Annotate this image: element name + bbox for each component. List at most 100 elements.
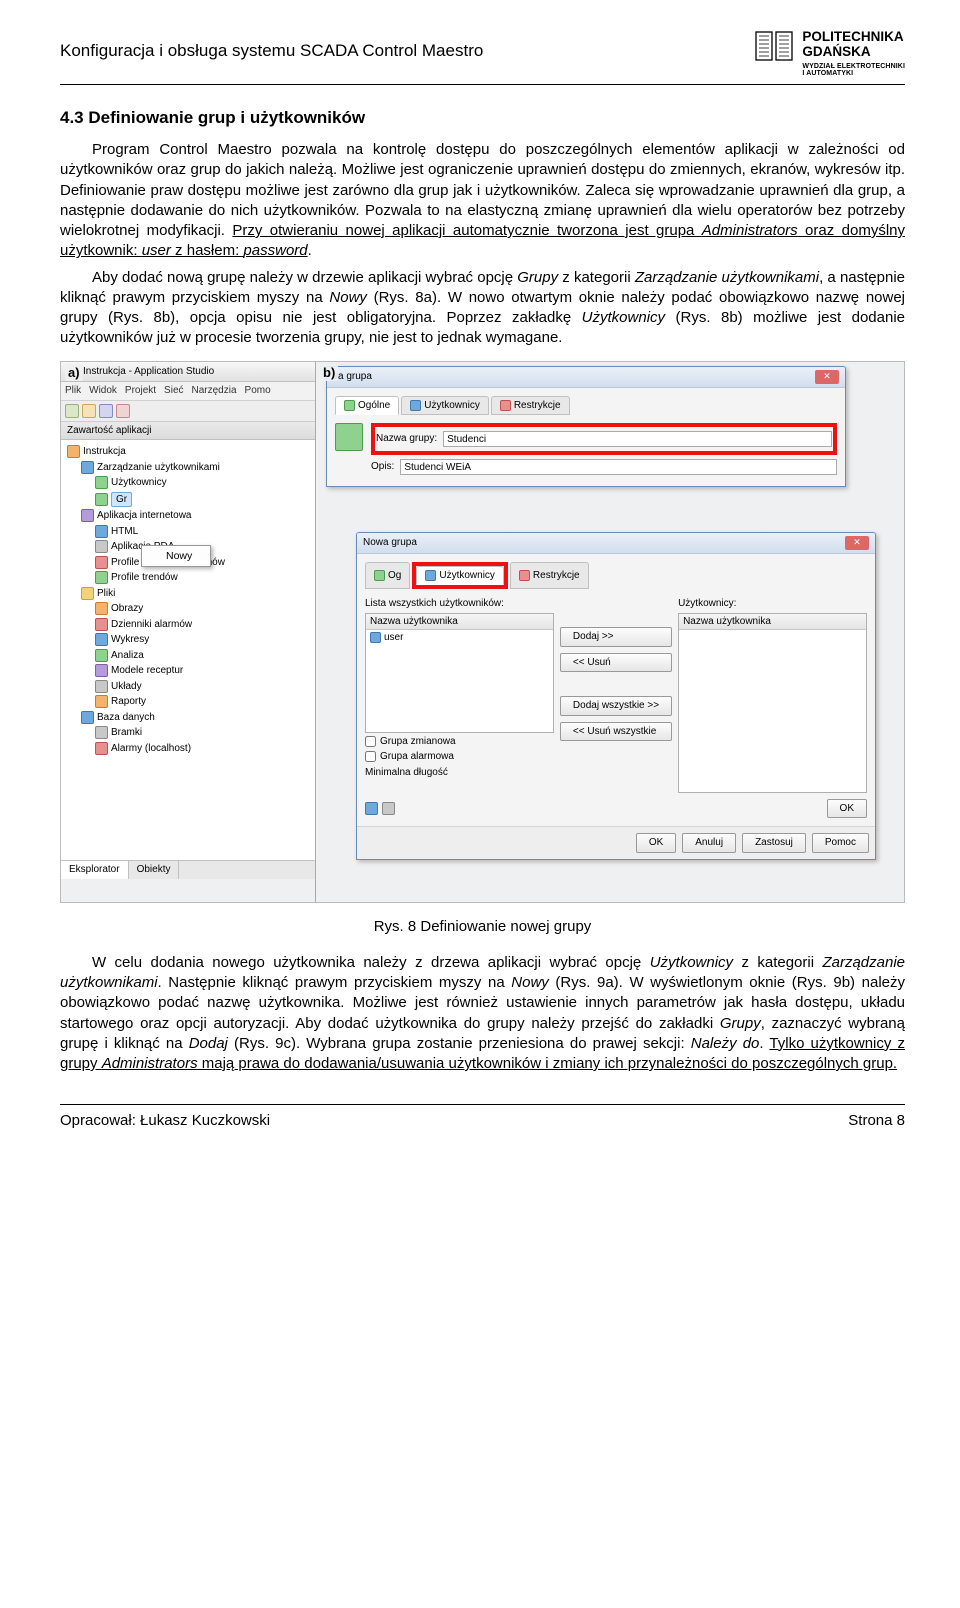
menu-file[interactable]: Plik — [65, 384, 81, 398]
btn-add[interactable]: Dodaj >> — [560, 627, 672, 647]
menu-network[interactable]: Sieć — [164, 384, 183, 398]
application-tree[interactable]: Instrukcja Zarządzanie użytkownikami Uży… — [61, 440, 315, 860]
group-icon — [95, 493, 108, 506]
paragraph-3: W celu dodania nowego użytkownika należy… — [60, 953, 905, 1075]
tree-images[interactable]: Obrazy — [95, 601, 311, 617]
university-logo: POLITECHNIKA GDAŃSKA WYDZIAŁ ELEKTROTECH… — [754, 30, 905, 78]
general-tab-icon — [374, 570, 385, 581]
faculty-line-1: WYDZIAŁ ELEKTROTECHNIKI — [802, 63, 905, 71]
tree-html[interactable]: HTML — [95, 524, 311, 540]
tree-groups-selected[interactable]: Gr — [95, 491, 311, 509]
uni-name-2: GDAŃSKA — [802, 45, 905, 60]
toolbar-icon-3[interactable] — [99, 404, 113, 418]
pda-icon — [95, 540, 108, 553]
paragraph-1: Program Control Maestro pozwala na kontr… — [60, 140, 905, 262]
images-icon — [95, 602, 108, 615]
btn-ok-inner[interactable]: OK — [827, 799, 867, 819]
pg-crest-icon — [754, 30, 794, 62]
label-description: Opis: — [371, 460, 394, 474]
btn-remove[interactable]: << Usuń — [560, 653, 672, 673]
restrictions-tab-icon — [500, 400, 511, 411]
btn-remove-all[interactable]: << Usuń wszystkie — [560, 722, 672, 742]
layout-icon — [95, 680, 108, 693]
tree-trend-profiles[interactable]: Profile trendów — [95, 570, 311, 586]
tree-alarms-local[interactable]: Alarmy (localhost) — [95, 741, 311, 757]
tree-charts[interactable]: Wykresy — [95, 632, 311, 648]
figure-panel-a: a) Instrukcja - Application Studio Plik … — [61, 362, 316, 902]
tab-users-2[interactable]: Użytkownicy — [416, 566, 504, 586]
page-header: Konfiguracja i obsługa systemu SCADA Con… — [60, 30, 905, 85]
tree-internet-app[interactable]: Aplikacja internetowa — [81, 508, 311, 524]
tab-general[interactable]: Ogólne — [335, 396, 399, 416]
toolbar-icon-1[interactable] — [65, 404, 79, 418]
tree-analysis[interactable]: Analiza — [95, 648, 311, 664]
input-description[interactable] — [400, 459, 837, 475]
list-item-user[interactable]: user — [366, 630, 553, 646]
analysis-icon — [95, 649, 108, 662]
tab-explorer[interactable]: Eksplorator — [61, 861, 129, 879]
btn-apply[interactable]: Zastosuj — [742, 833, 806, 853]
footer-author: Opracował: Łukasz Kuczkowski — [60, 1111, 270, 1131]
tree-database[interactable]: Baza danych — [81, 710, 311, 726]
col-username-left: Nazwa użytkownika — [366, 614, 553, 631]
user-icon — [370, 632, 381, 643]
tree-root[interactable]: Instrukcja — [67, 444, 311, 460]
tree-user-mgmt[interactable]: Zarządzanie użytkownikami — [81, 460, 311, 476]
toolbar-icon-2[interactable] — [82, 404, 96, 418]
close-icon[interactable]: ✕ — [845, 536, 869, 550]
menu-view[interactable]: Widok — [89, 384, 117, 398]
paragraph-2: Aby dodać nową grupę należy w drzewie ap… — [60, 268, 905, 349]
tree-files[interactable]: Pliki — [81, 586, 311, 602]
group-large-icon — [335, 423, 363, 451]
panel-a-label: a) — [65, 364, 83, 382]
footer-icon-1[interactable] — [365, 802, 378, 815]
menu-project[interactable]: Projekt — [125, 384, 156, 398]
highlighted-group-name-field: Nazwa grupy: — [371, 423, 837, 455]
tree-users[interactable]: Użytkownicy — [95, 475, 311, 491]
tab-restrictions-2[interactable]: Restrykcje — [510, 562, 589, 590]
listbox-all-users[interactable]: Nazwa użytkownika user — [365, 613, 554, 733]
page-footer: Opracował: Łukasz Kuczkowski Strona 8 — [60, 1104, 905, 1131]
toolbar — [61, 401, 315, 422]
tree-recipes[interactable]: Modele receptur — [95, 663, 311, 679]
btn-cancel[interactable]: Anuluj — [682, 833, 736, 853]
users-mgmt-icon — [81, 461, 94, 474]
btn-ok[interactable]: OK — [636, 833, 676, 853]
tree-gates[interactable]: Bramki — [95, 725, 311, 741]
faculty-line-2: I AUTOMATYKI — [802, 70, 905, 78]
label-group-name: Nazwa grupy: — [376, 432, 437, 446]
tab-restrictions[interactable]: Restrykcje — [491, 396, 570, 416]
dlg1-title: va grupa — [333, 370, 372, 384]
highlighted-users-tab: Użytkownicy — [412, 562, 508, 590]
gates-icon — [95, 726, 108, 739]
input-group-name[interactable] — [443, 431, 832, 447]
tab-objects[interactable]: Obiekty — [129, 861, 180, 879]
section-heading: 4.3 Definiowanie grup i użytkowników — [60, 107, 905, 130]
label-min-length: Minimalna długość — [365, 766, 554, 780]
btn-add-all[interactable]: Dodaj wszystkie >> — [560, 696, 672, 716]
menu-tools[interactable]: Narzędzia — [192, 384, 237, 398]
chk-shift-group[interactable] — [365, 736, 376, 747]
trash-icon[interactable] — [382, 802, 395, 815]
menu-help[interactable]: Pomo — [245, 384, 271, 398]
general-tab-icon — [344, 400, 355, 411]
col-username-right: Nazwa użytkownika — [679, 614, 866, 631]
btn-help[interactable]: Pomoc — [812, 833, 869, 853]
listbox-group-users[interactable]: Nazwa użytkownika — [678, 613, 867, 793]
dlg2-title: Nowa grupa — [363, 536, 417, 550]
trend-profile-icon — [95, 571, 108, 584]
tree-reports[interactable]: Raporty — [95, 694, 311, 710]
close-icon[interactable]: ✕ — [815, 370, 839, 384]
toolbar-icon-4[interactable] — [116, 404, 130, 418]
menu-bar[interactable]: Plik Widok Projekt Sieć Narzędzia Pomo — [61, 382, 315, 401]
figure-panel-b: b) va grupa ✕ Ogólne Użytkownicy Restryk… — [316, 362, 904, 902]
tree-layouts[interactable]: Układy — [95, 679, 311, 695]
report-icon — [95, 695, 108, 708]
users-tab-icon — [410, 400, 421, 411]
tab-general-2[interactable]: Og — [365, 562, 410, 590]
tree-alarm-logs[interactable]: Dzienniki alarmów — [95, 617, 311, 633]
tab-users[interactable]: Użytkownicy — [401, 396, 489, 416]
bottom-tabs: Eksplorator Obiekty — [61, 860, 315, 879]
context-menu-new[interactable]: Nowy — [141, 545, 211, 567]
chk-alarm-group[interactable] — [365, 751, 376, 762]
